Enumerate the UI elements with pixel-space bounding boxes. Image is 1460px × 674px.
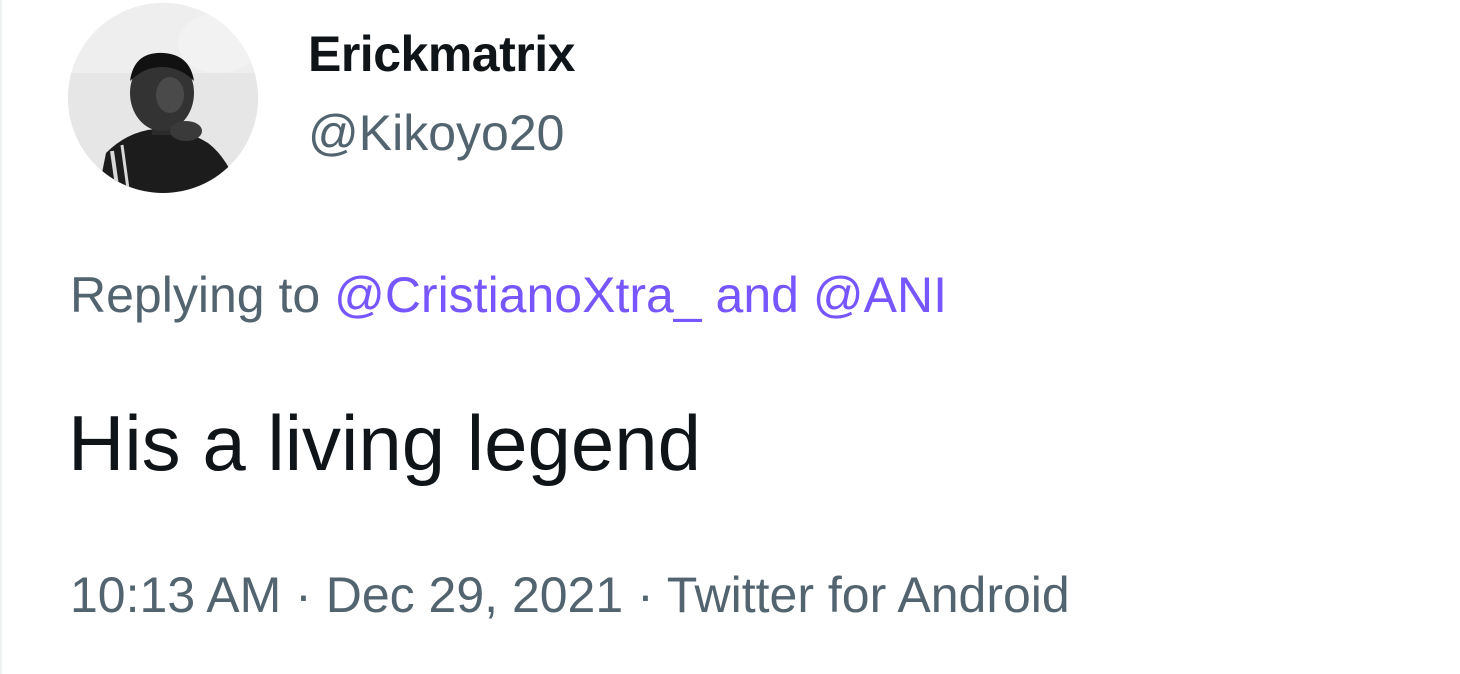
tweet-metadata: 10:13 AM · Dec 29, 2021 · Twitter for An… <box>70 565 1070 625</box>
author-handle[interactable]: @Kikoyo20 <box>308 103 564 163</box>
mention-link-ani[interactable]: @ANI <box>813 267 947 323</box>
meta-separator: · <box>637 567 654 623</box>
tweet-date[interactable]: Dec 29, 2021 <box>326 567 623 623</box>
tweet-source: Twitter for Android <box>666 567 1070 623</box>
author-display-name[interactable]: Erickmatrix <box>308 24 575 84</box>
user-avatar-icon <box>68 3 258 193</box>
tweet-text: His a living legend <box>68 399 702 487</box>
tweet-card: Erickmatrix @Kikoyo20 Replying to @Crist… <box>0 0 1460 674</box>
meta-separator: · <box>295 567 312 623</box>
tweet-time[interactable]: 10:13 AM <box>70 567 281 623</box>
replying-to-line: Replying to @CristianoXtra_ and @ANI <box>70 265 947 325</box>
mention-link-cristianoxtra[interactable]: @CristianoXtra_ <box>334 267 702 323</box>
mention-conjunction: and <box>715 267 799 323</box>
author-avatar[interactable] <box>68 3 258 193</box>
replying-to-label: Replying to <box>70 267 321 323</box>
